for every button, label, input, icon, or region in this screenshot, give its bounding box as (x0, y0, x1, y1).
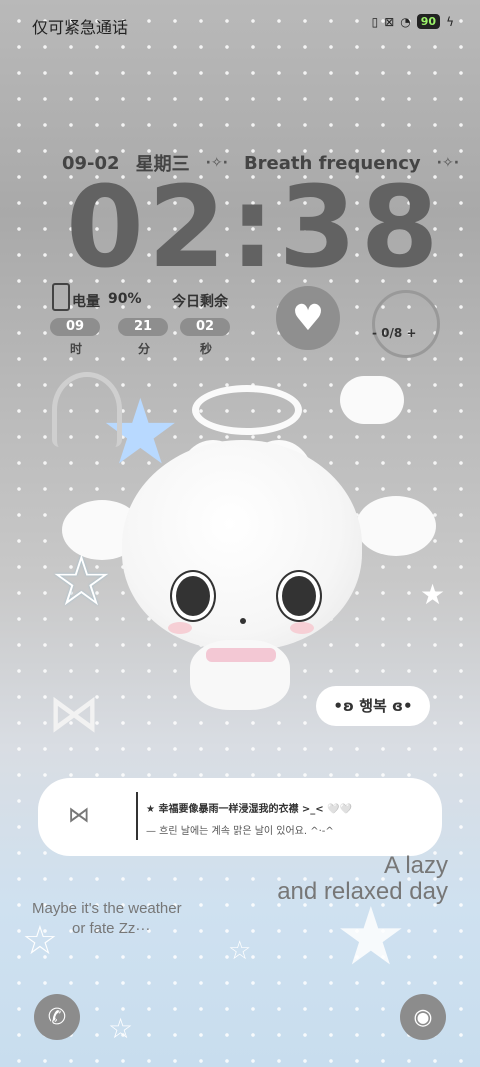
right-wing (356, 496, 436, 556)
caption-fate: or fate Zz··· (72, 920, 151, 937)
bunny-left-blush (168, 622, 192, 634)
seconds-unit: 秒 (200, 342, 213, 356)
headphones-icon (52, 372, 122, 447)
charging-icon: ϟ (446, 14, 454, 29)
hours-unit: 时 (70, 342, 83, 356)
bunny-right-eye (278, 572, 320, 620)
phone-battery-icon (52, 283, 70, 311)
ribbon-icon: ⋈ (68, 803, 90, 828)
bow-icon: ⋈ (48, 684, 100, 744)
bunny-collar (206, 648, 276, 662)
caption-weather: Maybe it's the weather (32, 900, 182, 917)
hours-pill: 09 (50, 318, 100, 336)
star-icon: ☆ (228, 936, 252, 966)
battery-saver-icon: ⊠ (384, 14, 395, 29)
caption-relaxed-day: and relaxed day (277, 878, 448, 905)
lockscreen-clock: 02:38 (66, 163, 443, 293)
emergency-calls-text: 仅可紧急通话 (32, 18, 129, 37)
phone-icon: ✆ (47, 1004, 67, 1030)
cloud-headphones-icon (340, 376, 404, 424)
battery-icon: 90 (416, 14, 441, 29)
quote-line-2: — 흐린 날에는 계속 맑은 날이 있어요. ^·-^ (146, 826, 334, 837)
bunny-right-blush (290, 622, 314, 634)
caption-lazy: A lazy (383, 852, 448, 879)
battery-label: 电量 (72, 294, 100, 310)
camera-icon: ◉ (413, 1004, 433, 1030)
camera-shortcut-button[interactable]: ◉ (400, 994, 446, 1040)
water-count[interactable]: - 0/8 + (372, 326, 416, 340)
star-icon: ★ (420, 578, 446, 611)
bunny-nose (240, 618, 246, 624)
quote-line-1: ★ 幸福要像暴雨一样浸湿我的衣襟 >_< 🤍🤍 (146, 804, 353, 815)
heart-widget-button[interactable]: ♥ (276, 286, 340, 350)
minutes-pill: 21 (118, 318, 168, 336)
status-icons: ▯ ⊠ ◔ 90 ϟ (372, 14, 454, 29)
star-icon: ☆ (108, 1012, 134, 1045)
minutes-unit: 分 (138, 342, 151, 356)
vibrate-icon: ▯ (371, 14, 379, 29)
bunny-left-eye (172, 572, 214, 620)
water-cup-widget[interactable] (372, 290, 440, 358)
battery-value: 90% (108, 291, 142, 307)
status-bar: 仅可紧急通话 ▯ ⊠ ◔ 90 ϟ (0, 10, 480, 40)
wifi-icon: ◔ (400, 14, 411, 29)
star-icon: ☆ (22, 918, 58, 964)
happiness-bubble: •ʚ 행복 ɞ• (316, 686, 430, 726)
phone-shortcut-button[interactable]: ✆ (34, 994, 80, 1040)
today-remaining-label: 今日剩余 (172, 294, 228, 310)
halo-icon (192, 385, 302, 435)
quote-card[interactable] (38, 778, 442, 856)
card-divider (136, 792, 138, 840)
seconds-pill: 02 (180, 318, 230, 336)
heart-icon: ♥ (291, 297, 325, 339)
